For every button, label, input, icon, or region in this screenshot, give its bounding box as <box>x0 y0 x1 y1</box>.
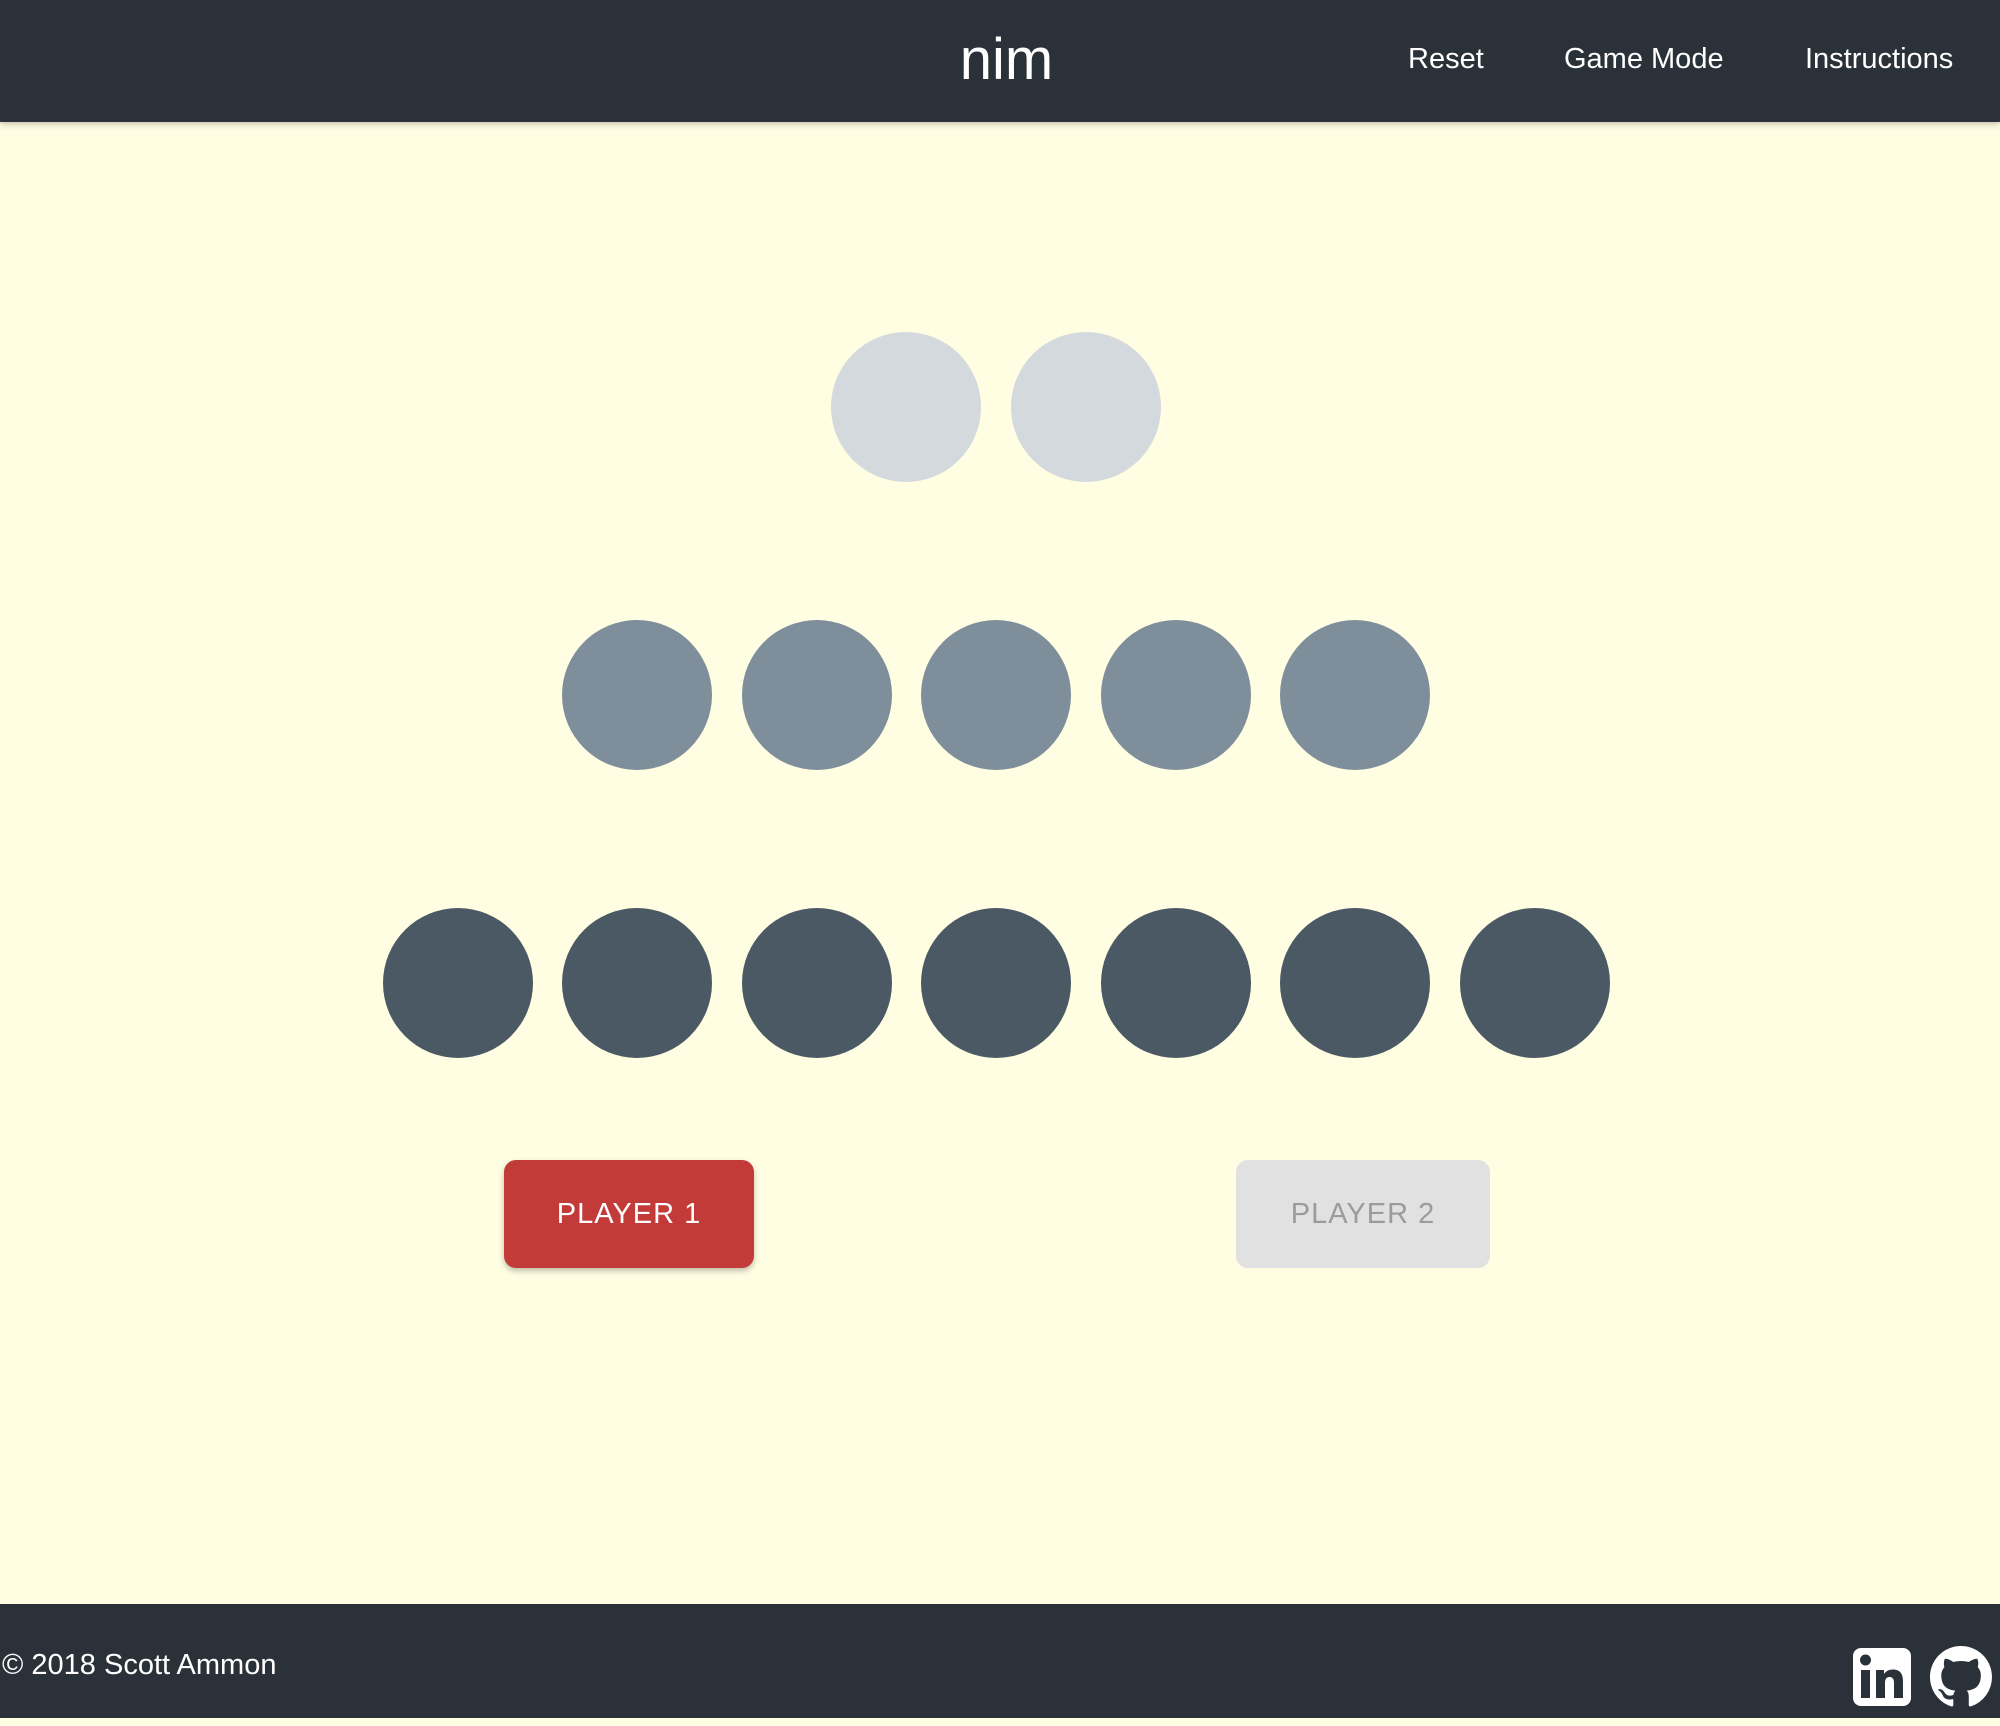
player-2-button[interactable]: PLAYER 2 <box>1236 1160 1490 1268</box>
nim-piece-row-3[interactable] <box>1101 908 1251 1058</box>
nim-piece-row-3[interactable] <box>1280 908 1430 1058</box>
nim-piece-row-2[interactable] <box>1101 620 1251 770</box>
copyright-text: © 2018 Scott Ammon <box>2 1649 277 1681</box>
navbar: nim Reset Game Mode Instructions <box>0 0 2000 122</box>
github-icon[interactable] <box>1930 1646 1992 1708</box>
nim-piece-row-2[interactable] <box>921 620 1071 770</box>
nav-instructions-link[interactable]: Instructions <box>1805 0 1953 118</box>
nav-game-mode-link[interactable]: Game Mode <box>1564 0 1724 118</box>
nav-reset-link[interactable]: Reset <box>1408 0 1484 118</box>
nim-piece-row-2[interactable] <box>562 620 712 770</box>
nim-piece-row-3[interactable] <box>383 908 533 1058</box>
nim-piece-row-1[interactable] <box>831 332 981 482</box>
nim-piece-row-3[interactable] <box>1460 908 1610 1058</box>
nim-piece-row-3[interactable] <box>921 908 1071 1058</box>
nim-piece-row-1[interactable] <box>1011 332 1161 482</box>
linkedin-icon[interactable] <box>1851 1646 1913 1708</box>
player-1-button[interactable]: PLAYER 1 <box>504 1160 754 1268</box>
nim-piece-row-2[interactable] <box>742 620 892 770</box>
nim-piece-row-2[interactable] <box>1280 620 1430 770</box>
nim-piece-row-3[interactable] <box>742 908 892 1058</box>
nim-piece-row-3[interactable] <box>562 908 712 1058</box>
game-board <box>0 122 2000 1604</box>
footer: © 2018 Scott Ammon <box>0 1604 2000 1718</box>
